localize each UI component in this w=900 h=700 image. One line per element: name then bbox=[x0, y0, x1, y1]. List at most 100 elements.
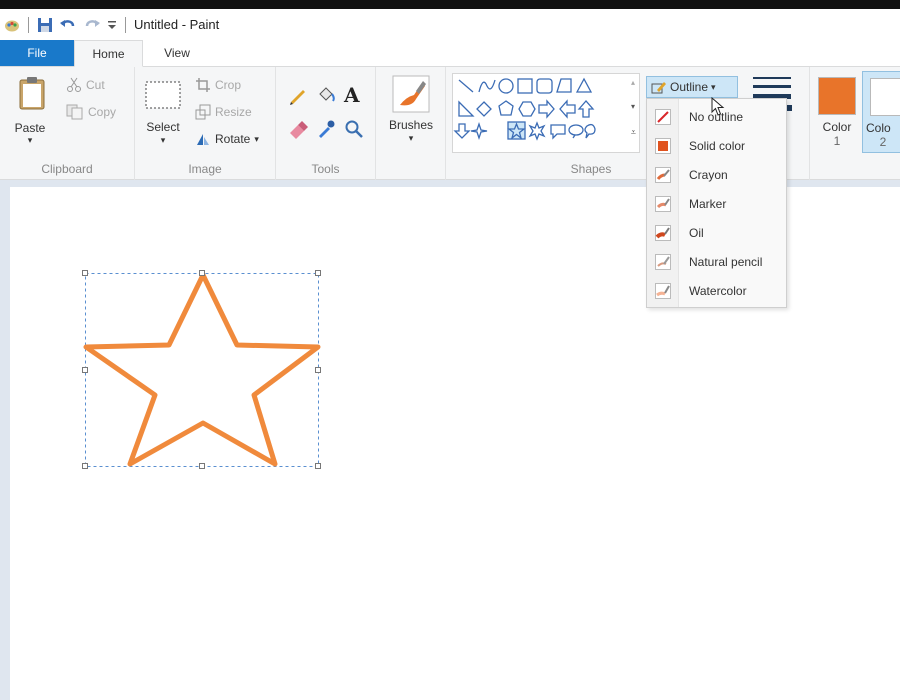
select-rectangle-icon bbox=[145, 81, 181, 109]
color2-label: Colo bbox=[866, 121, 891, 135]
menu-item-label: Crayon bbox=[689, 167, 728, 182]
outline-menu: No outline Solid color Crayon Marker Oil… bbox=[646, 98, 787, 308]
window-title: Untitled - Paint bbox=[134, 17, 220, 32]
resize-handle[interactable] bbox=[82, 463, 88, 469]
scroll-down-icon[interactable]: ▾ bbox=[631, 102, 635, 111]
outline-label: Outline bbox=[670, 80, 709, 94]
watercolor-icon bbox=[647, 282, 679, 299]
brush-icon bbox=[392, 75, 430, 113]
more-shapes-icon[interactable]: ⩡ bbox=[631, 127, 636, 138]
no-outline-icon bbox=[647, 108, 679, 125]
paint-app-icon[interactable] bbox=[4, 17, 20, 33]
paste-label: Paste bbox=[14, 121, 46, 135]
star-outline bbox=[83, 272, 321, 467]
brushes-label: Brushes bbox=[388, 118, 434, 132]
menu-item-watercolor[interactable]: Watercolor bbox=[647, 276, 786, 305]
chevron-down-icon: ▾ bbox=[711, 81, 716, 92]
menu-item-natural-pencil[interactable]: Natural pencil bbox=[647, 247, 786, 276]
color1-button[interactable]: Color 1 bbox=[812, 71, 860, 153]
resize-handle[interactable] bbox=[82, 270, 88, 276]
copy-icon bbox=[66, 104, 84, 120]
divider bbox=[125, 16, 126, 33]
chevron-down-icon: ▾ bbox=[160, 135, 166, 145]
color2-number: 2 bbox=[879, 135, 887, 149]
eraser-icon[interactable] bbox=[288, 119, 308, 139]
select-label: Select bbox=[146, 120, 180, 134]
clipboard-group-label: Clipboard bbox=[41, 162, 93, 176]
oil-icon bbox=[647, 224, 679, 241]
mouse-cursor-icon bbox=[711, 97, 725, 117]
menu-item-label: Watercolor bbox=[689, 283, 747, 298]
ribbon-tabs: File Home View bbox=[0, 40, 900, 67]
tools-group-label: Tools bbox=[311, 162, 340, 176]
color1-swatch bbox=[818, 77, 856, 115]
resize-handle[interactable] bbox=[315, 270, 321, 276]
save-icon[interactable] bbox=[37, 17, 53, 33]
copy-button[interactable]: Copy bbox=[66, 104, 116, 120]
menu-item-solid-color[interactable]: Solid color bbox=[647, 131, 786, 160]
crop-button[interactable]: Crop bbox=[195, 77, 241, 93]
shapes-gallery[interactable]: ▴ ▾ ⩡ bbox=[452, 73, 640, 153]
pencil-icon[interactable] bbox=[288, 85, 308, 105]
image-group-label: Image bbox=[188, 162, 222, 176]
resize-handle[interactable] bbox=[199, 463, 205, 469]
outline-button[interactable]: Outline ▾ bbox=[646, 76, 738, 98]
menu-item-label: Marker bbox=[689, 196, 727, 211]
color2-swatch bbox=[870, 78, 900, 116]
copy-label: Copy bbox=[88, 105, 117, 119]
menu-item-label: Oil bbox=[689, 225, 704, 240]
color-picker-icon[interactable] bbox=[316, 119, 336, 139]
paste-button[interactable]: Paste ▾ bbox=[10, 73, 50, 153]
tab-file[interactable]: File bbox=[0, 40, 74, 66]
tab-home[interactable]: Home bbox=[74, 40, 143, 67]
cut-button[interactable]: Cut bbox=[66, 77, 105, 93]
menu-item-marker[interactable]: Marker bbox=[647, 189, 786, 218]
crop-label: Crop bbox=[215, 78, 242, 92]
menu-item-oil[interactable]: Oil bbox=[647, 218, 786, 247]
cut-label: Cut bbox=[86, 78, 105, 92]
resize-handle[interactable] bbox=[82, 367, 88, 373]
resize-handle[interactable] bbox=[315, 367, 321, 373]
magnifier-icon[interactable] bbox=[344, 119, 364, 139]
crayon-icon bbox=[647, 166, 679, 183]
outline-pencil-icon bbox=[651, 80, 667, 94]
brushes-button[interactable]: Brushes ▾ bbox=[382, 71, 440, 151]
customize-toolbar-icon[interactable] bbox=[107, 19, 117, 31]
scroll-up-icon[interactable]: ▴ bbox=[631, 78, 635, 87]
tools-group: A Tools bbox=[276, 67, 376, 180]
color2-button[interactable]: Colo 2 bbox=[862, 71, 900, 153]
undo-icon[interactable] bbox=[59, 17, 77, 33]
color1-label: Color bbox=[822, 120, 852, 134]
select-button[interactable]: Select ▾ bbox=[141, 73, 185, 153]
menu-item-label: Natural pencil bbox=[689, 254, 763, 269]
chevron-down-icon: ▾ bbox=[27, 135, 33, 145]
rotate-button[interactable]: Rotate ▾ bbox=[195, 131, 259, 147]
color1-number: 1 bbox=[833, 134, 841, 148]
rotate-icon bbox=[195, 131, 211, 147]
resize-handle[interactable] bbox=[315, 463, 321, 469]
solid-color-icon bbox=[647, 137, 679, 154]
quick-access-toolbar bbox=[4, 9, 128, 40]
crop-icon bbox=[195, 77, 211, 93]
fill-bucket-icon[interactable] bbox=[316, 85, 336, 105]
title-bar: Untitled - Paint bbox=[0, 9, 900, 40]
chevron-down-icon: ▾ bbox=[254, 133, 259, 144]
tab-view[interactable]: View bbox=[143, 40, 211, 66]
natural-pencil-icon bbox=[647, 253, 679, 270]
menu-item-crayon[interactable]: Crayon bbox=[647, 160, 786, 189]
redo-icon[interactable] bbox=[83, 17, 101, 33]
resize-button[interactable]: Resize bbox=[195, 104, 252, 120]
menu-item-label: Solid color bbox=[689, 138, 746, 153]
top-border bbox=[0, 0, 900, 9]
shapes-gallery-icons bbox=[453, 77, 596, 141]
resize-icon bbox=[195, 104, 211, 120]
resize-label: Resize bbox=[215, 105, 252, 119]
brushes-group: Brushes ▾ bbox=[376, 67, 446, 180]
resize-handle[interactable] bbox=[199, 270, 205, 276]
divider bbox=[28, 16, 29, 33]
scissors-icon bbox=[66, 77, 82, 93]
colors-group: Color 1 Colo 2 bbox=[810, 67, 900, 180]
text-tool-icon[interactable]: A bbox=[344, 83, 360, 107]
clipboard-icon bbox=[18, 76, 46, 110]
marker-icon bbox=[647, 195, 679, 212]
